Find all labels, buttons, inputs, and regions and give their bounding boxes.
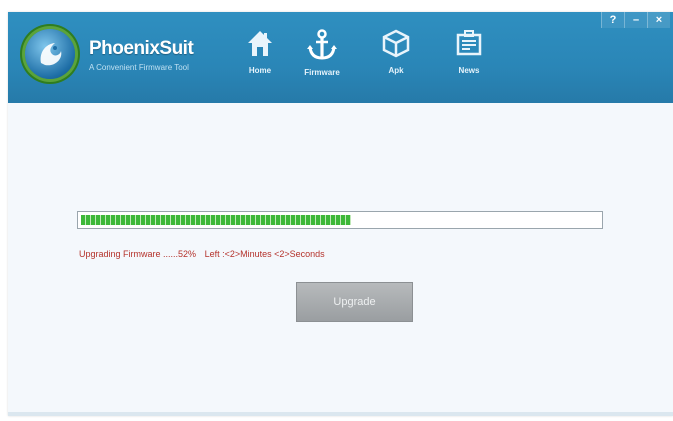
help-button[interactable]: ? xyxy=(601,12,624,28)
news-icon xyxy=(456,30,482,56)
nav-apk-label: Apk xyxy=(388,66,404,75)
package-icon xyxy=(382,29,410,58)
minimize-button[interactable]: – xyxy=(624,12,647,28)
footer-bar xyxy=(8,412,673,416)
upgrade-progress-bar xyxy=(77,211,603,229)
upgrade-status-remaining: Left :<2>Minutes <2>Seconds xyxy=(204,249,325,259)
app-subtitle: A Convenient Firmware Tool xyxy=(89,63,189,72)
progress-fill xyxy=(81,215,351,225)
nav-home[interactable]: Home xyxy=(230,28,290,98)
nav-news[interactable]: News xyxy=(439,28,499,98)
nav-firmware[interactable]: Firmware xyxy=(292,28,352,98)
header-bar: PhoenixSuit A Convenient Firmware Tool H… xyxy=(8,12,673,103)
home-icon xyxy=(248,31,272,56)
nav-firmware-label: Firmware xyxy=(304,68,340,77)
nav-news-label: News xyxy=(458,66,480,75)
app-name: PhoenixSuit xyxy=(89,38,194,59)
nav-home-label: Home xyxy=(248,66,272,75)
upgrade-button[interactable]: Upgrade xyxy=(296,282,413,322)
upgrade-status-action: Upgrading Firmware ......52% xyxy=(79,249,197,259)
window-controls: ? – × xyxy=(601,12,670,28)
anchor-icon xyxy=(307,29,337,60)
close-button[interactable]: × xyxy=(647,12,670,28)
app-window: PhoenixSuit A Convenient Firmware Tool H… xyxy=(8,12,673,416)
upgrade-status: Upgrading Firmware ......52% Left :<2>Mi… xyxy=(79,249,331,259)
phoenix-logo-icon xyxy=(25,29,75,79)
nav-apk[interactable]: Apk xyxy=(366,28,426,98)
